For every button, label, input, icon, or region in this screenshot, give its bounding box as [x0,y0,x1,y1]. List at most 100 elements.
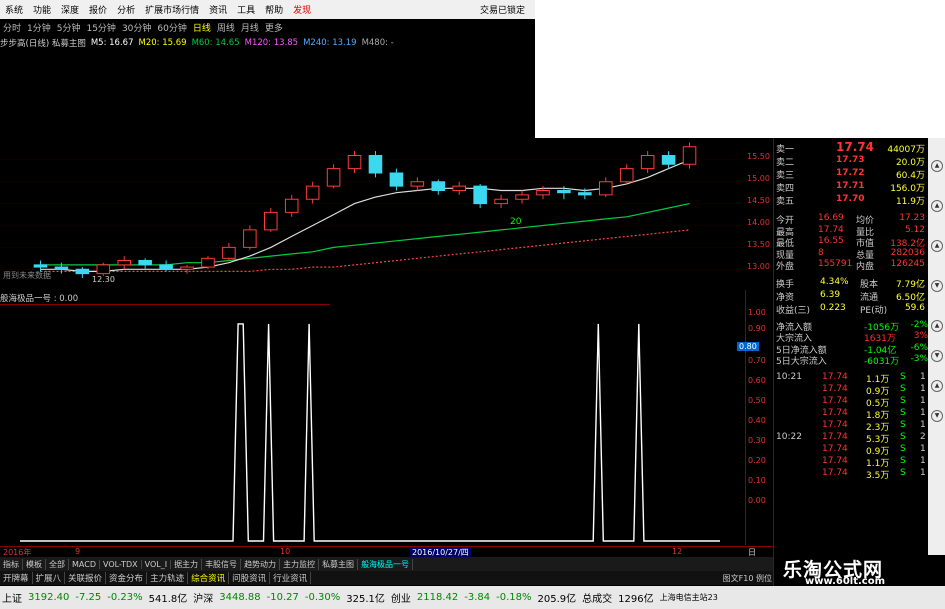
trade-row: 17.74 3.5万 S 1 [774,467,929,481]
arrow-up-icon[interactable]: ▲ [931,380,943,392]
ask-row: 卖五 17.70 11.9万 [774,194,929,207]
trade-count: 1 [920,395,926,406]
menu-item[interactable]: 工具 [232,3,260,16]
trade-side: S [900,395,906,406]
candle-body [201,257,215,268]
quote-value: 16.69 [818,213,844,223]
arrow-up-icon[interactable]: ▲ [931,160,943,172]
indicator-tab[interactable]: 丰股信号 [202,558,242,570]
info-tab-selected[interactable]: 综合资讯 [188,572,230,584]
menu-item[interactable]: 功能 [28,3,56,16]
trade-count: 1 [920,407,926,418]
index-turnover: 205.9亿 [537,594,577,605]
flow-row: 大宗流入 1631万 3% [774,331,929,344]
menu-item[interactable]: 深度 [56,3,84,16]
fund-label: 股本 [860,279,879,290]
indicator-tab[interactable]: MACD [69,559,100,569]
indicator-tick: 0.70 [748,356,766,365]
side-toolbar: ▲ ▲ ▲ ▼ ▲ ▼ ▲ ▼ [928,138,945,586]
fund-row: 换手 4.34% 股本 7.79亿 [774,277,929,290]
trade-count: 1 [920,467,926,478]
indicator-tab[interactable]: 指标 [0,558,23,570]
index-value: 2118.42 [416,592,459,603]
period-tab[interactable]: 1分钟 [24,21,54,34]
candle-body [326,168,341,187]
indicator-tab[interactable]: VOL-TDX [100,559,142,569]
watermark: 乐淘公式网 www.60lt.com [775,555,945,587]
period-tab[interactable]: 60分钟 [154,21,189,34]
index-pct: -0.30% [304,592,341,603]
info-tab[interactable]: 问股资讯 [229,572,271,584]
arrow-down-icon[interactable]: ▼ [931,350,943,362]
menu-item-discover[interactable]: 发现 [288,3,316,16]
indicator-tick: 0.30 [748,436,766,445]
trade-price: 17.74 [822,395,848,406]
arrow-down-icon[interactable]: ▼ [931,410,943,422]
quote-row: 外盘 155791 内盘 126245 [774,259,929,272]
trade-row: 17.74 0.9万 S 1 [774,383,929,397]
period-tab[interactable]: 30分钟 [119,21,154,34]
index-pct: -0.23% [107,592,143,603]
trade-price: 17.74 [822,383,848,394]
info-tab[interactable]: 关联报价 [65,572,107,584]
quote-value: 282036 [890,247,925,258]
period-tab-more[interactable]: 更多 [262,21,286,34]
period-tab-daily[interactable]: 日线 [190,21,214,34]
info-tab[interactable]: 行业资讯 [270,572,312,584]
period-tab[interactable]: 5分钟 [54,21,84,34]
ma480-value: M480: - [361,38,394,48]
trade-count: 1 [920,371,926,382]
index-name[interactable]: 创业 [391,590,411,605]
menu-item[interactable]: 帮助 [260,3,288,16]
candle-body [75,268,90,275]
trade-lock-status[interactable]: 交易已锁定 [475,3,535,16]
indicator-tab[interactable]: 全部 [46,558,69,570]
arrow-up-icon[interactable]: ▲ [931,320,943,332]
trade-time: 10:21 [776,371,802,382]
period-tab[interactable]: 月线 [238,21,262,34]
trade-volume: 3.5万 [866,470,890,481]
indicator-tab[interactable]: 主力监控 [280,558,320,570]
ma-legend: 步步高(日线) 私募主图 M5: 16.67 M20: 15.69 M60: 1… [0,36,535,50]
indicator-tab[interactable]: VOL_I [142,559,172,569]
trade-count: 1 [920,443,926,454]
candle-body [33,264,48,268]
quote-label: 外盘 [776,262,795,272]
indicator-tab-selected[interactable]: 般海极品一号 [358,558,414,570]
info-tab[interactable]: 资金分布 [106,572,148,584]
quote-value: 155791 [818,259,853,269]
indicator-tab[interactable]: 趋势动力 [241,558,281,570]
indicator-tab[interactable]: 私募主图 [319,558,359,570]
candle-body [368,155,383,174]
arrow-down-icon[interactable]: ▼ [931,280,943,292]
fund-label: 净资 [776,292,795,303]
arrow-up-icon[interactable]: ▲ [931,240,943,252]
menu-item[interactable]: 扩展市场行情 [140,3,204,16]
info-tab[interactable]: 开牌幕 [0,572,33,584]
indicator-chart[interactable] [0,305,745,545]
server-status[interactable]: 上海电信主站23 [660,592,718,603]
info-tab[interactable]: 扩展八 [33,572,66,584]
index-name[interactable]: 沪深 [193,590,213,605]
trade-row: 17.74 0.5万 S 1 [774,395,929,409]
indicator-tab[interactable]: 据主力 [171,558,203,570]
info-tab[interactable]: 主力轨迹 [147,572,189,584]
arrow-up-icon[interactable]: ▲ [931,200,943,212]
trade-side: S [900,431,906,442]
candlestick-chart[interactable]: 20 用到未来数据 12.30 [0,50,745,290]
period-tab[interactable]: 周线 [214,21,238,34]
date-tick: 12 [672,547,683,556]
date-tick: 9 [75,547,81,556]
menu-item[interactable]: 分析 [112,3,140,16]
f10-link[interactable]: 图文F10 例位 [723,573,775,584]
menu-item[interactable]: 资讯 [204,3,232,16]
candle-body [159,264,173,270]
menu-item[interactable]: 报价 [84,3,112,16]
period-tab[interactable]: 15分钟 [83,21,118,34]
menu-item[interactable]: 系统 [0,3,28,16]
indicator-tab[interactable]: 模板 [23,558,46,570]
period-tab[interactable]: 分时 [0,21,24,34]
flow-row: 净流入额 -1056万 -2% [774,320,929,333]
trade-side: S [900,371,906,382]
index-name[interactable]: 上证 [2,590,22,605]
